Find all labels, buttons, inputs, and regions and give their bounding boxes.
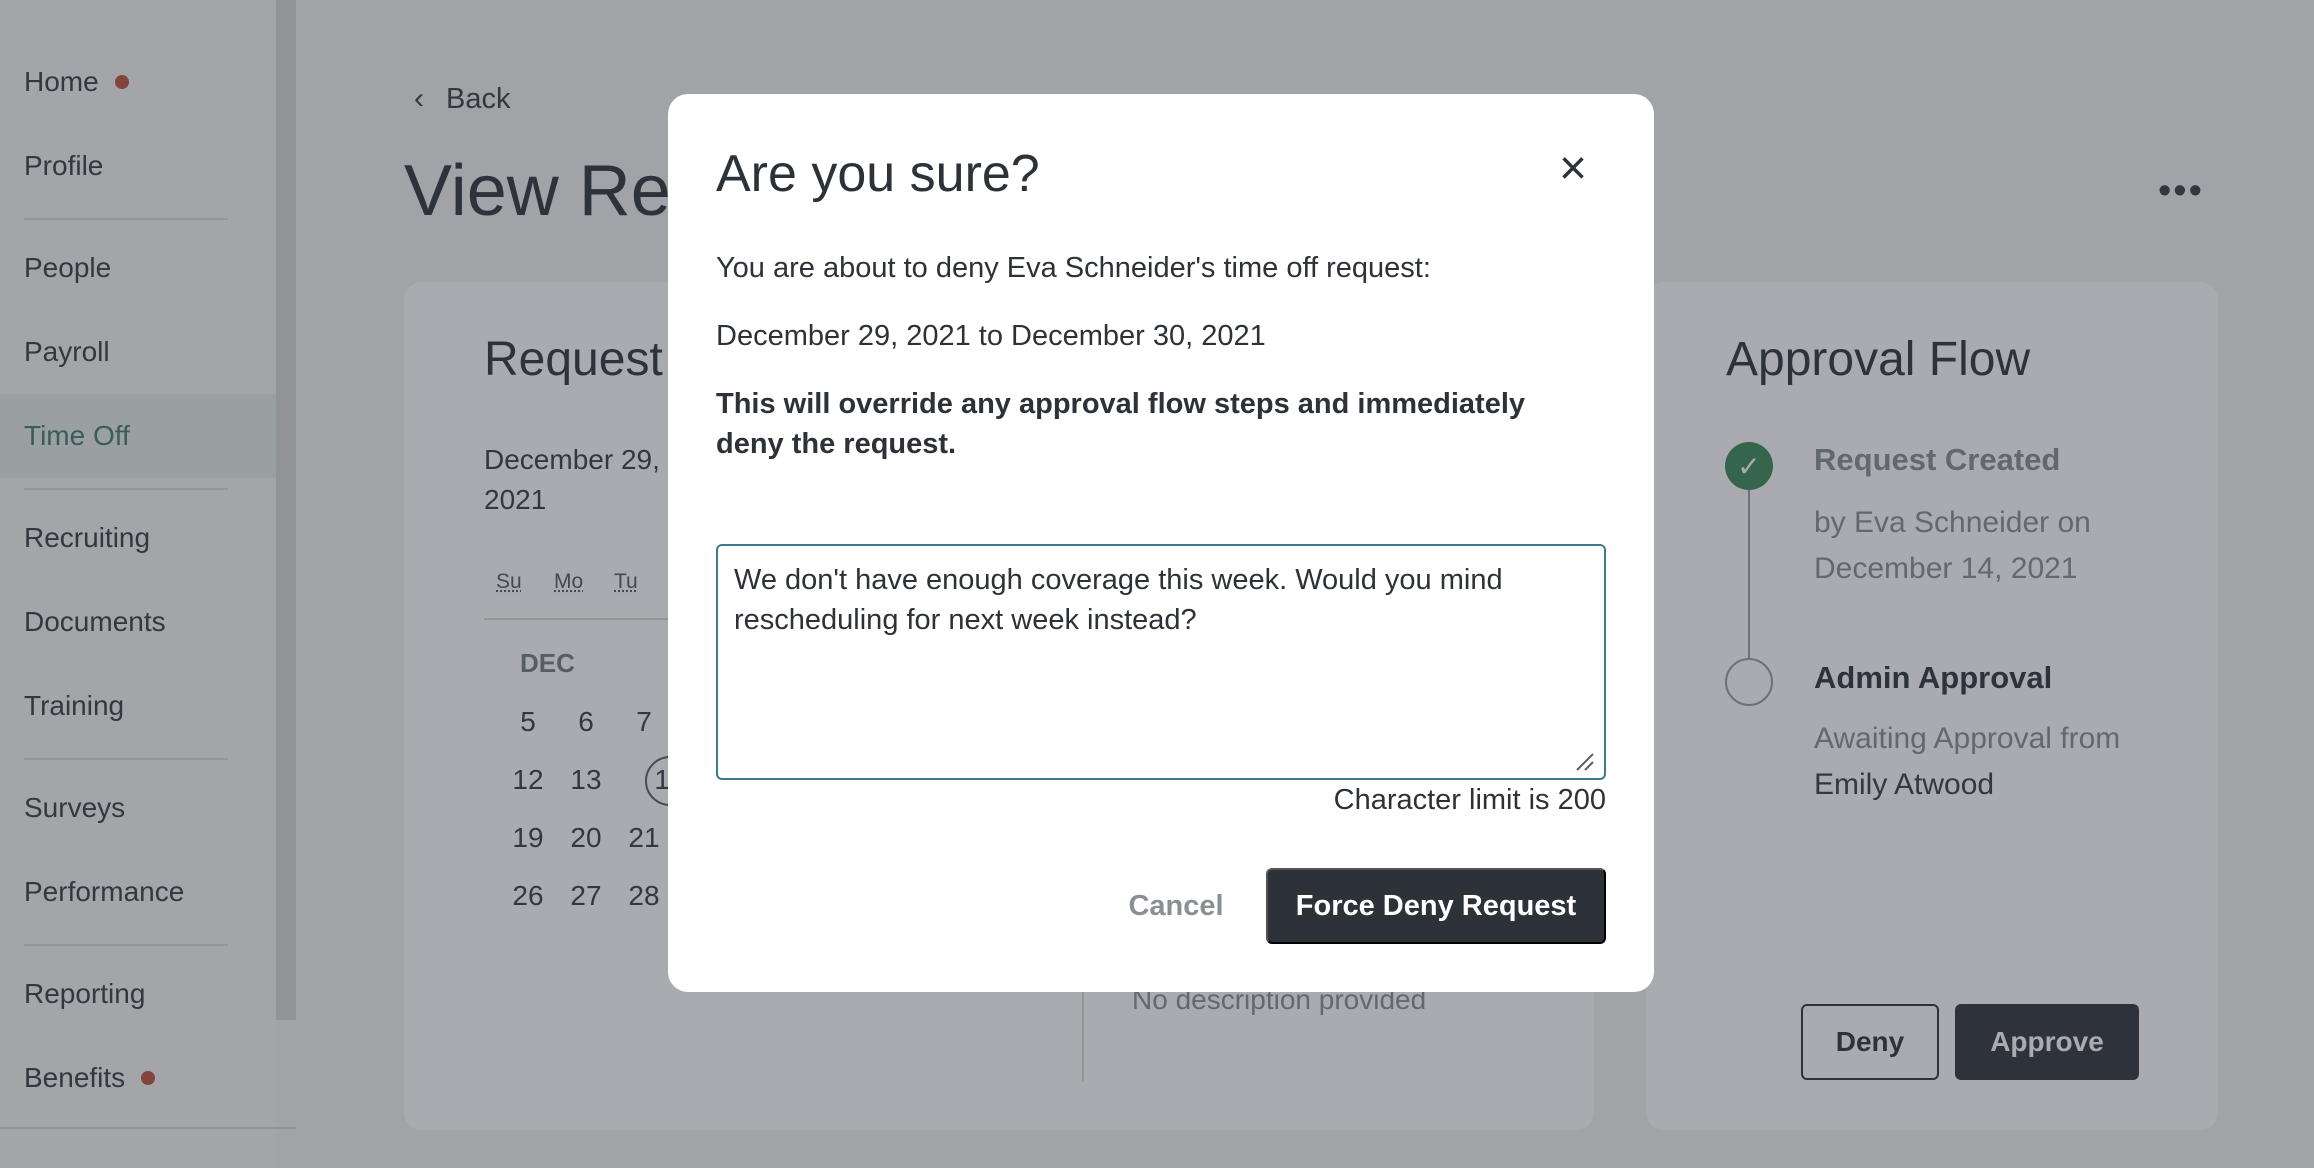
- modal-date-range: December 29, 2021 to December 30, 2021: [716, 320, 1266, 352]
- deny-reason-textarea[interactable]: We don't have enough coverage this week.…: [716, 544, 1606, 780]
- confirm-deny-modal: Are you sure? × You are about to deny Ev…: [668, 94, 1654, 992]
- cancel-button[interactable]: Cancel: [1096, 868, 1256, 944]
- character-limit: Character limit is 200: [1333, 784, 1606, 816]
- modal-message: You are about to deny Eva Schneider's ti…: [716, 252, 1431, 284]
- modal-title: Are you sure?: [716, 145, 1040, 203]
- force-deny-button[interactable]: Force Deny Request: [1266, 868, 1606, 944]
- close-icon[interactable]: ×: [1548, 144, 1598, 194]
- modal-warning: This will override any approval flow ste…: [716, 388, 1526, 460]
